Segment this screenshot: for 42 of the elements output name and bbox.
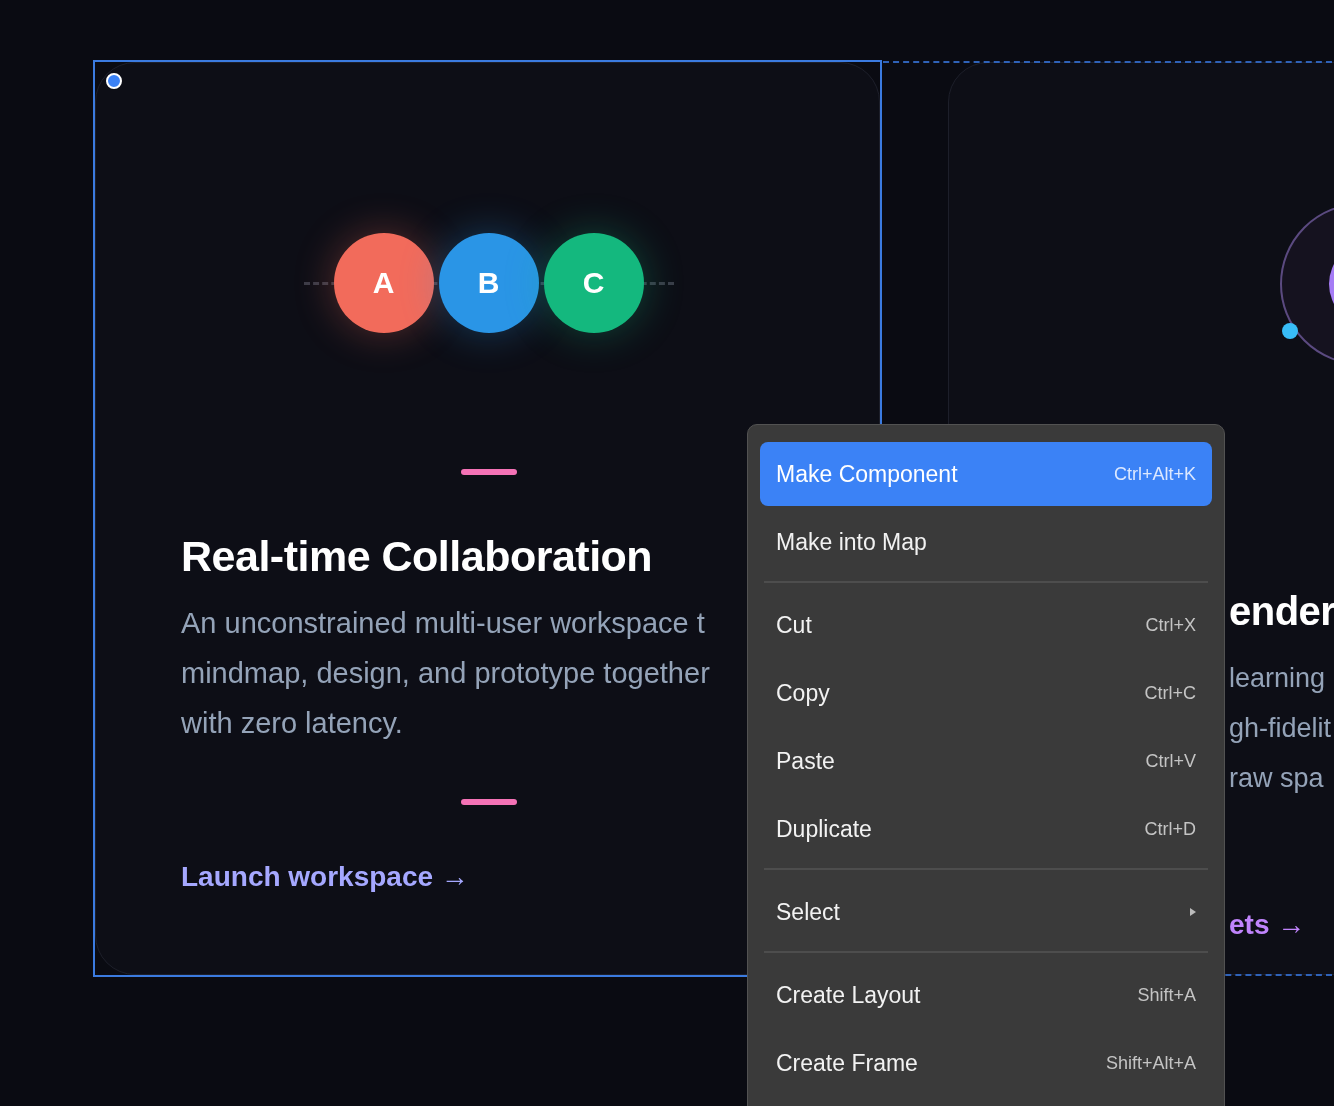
selection-handle[interactable] (106, 73, 122, 89)
shortcut-label: Ctrl+V (1145, 750, 1196, 772)
avatar-circle: B (438, 233, 539, 333)
description-line: raw spa (1229, 762, 1324, 795)
description-line: learning (1229, 662, 1326, 695)
menu-item[interactable]: Make into Map (760, 510, 1212, 574)
menu-item-label: Make into Map (776, 528, 928, 556)
shortcut-label: Ctrl+C (1144, 682, 1196, 704)
shortcut-label: Shift+Alt+A (1105, 1052, 1196, 1074)
menu-item-label: Create Layout (776, 981, 922, 1009)
submenu-arrow-icon (1190, 908, 1196, 916)
description-line: An unconstrained multi-user workspace t (181, 606, 705, 641)
menu-item[interactable]: Duplicate Ctrl+D (760, 797, 1212, 861)
menu-item[interactable]: Paste Ctrl+V (760, 729, 1212, 793)
menu-item[interactable]: Create Layout Shift+A (760, 963, 1212, 1027)
card-title: ender (1229, 588, 1334, 635)
card-title: Real-time Collaboration (181, 531, 653, 582)
menu-item-label: Copy (776, 679, 831, 707)
shortcut-label: Ctrl+Alt+K (1113, 463, 1196, 485)
menu-item-label: Paste (776, 747, 836, 775)
menu-item-label: Select (776, 898, 841, 926)
accent-bar (461, 469, 517, 475)
menu-item[interactable]: Cut Ctrl+X (760, 593, 1212, 657)
menu-item[interactable]: Copy Ctrl+C (760, 661, 1212, 725)
avatar-circle: A (333, 233, 434, 333)
shortcut-label: Shift+A (1137, 984, 1196, 1006)
shortcut-label: Ctrl+D (1144, 818, 1196, 840)
description-line: with zero latency. (181, 706, 403, 741)
description-line: mindmap, design, and prototype together (181, 656, 710, 691)
menu-item[interactable]: Make Component Ctrl+Alt+K (760, 442, 1212, 506)
menu-item[interactable]: Select (760, 880, 1212, 944)
menu-item[interactable]: Create Frame Shift+Alt+A (760, 1031, 1212, 1095)
launch-link[interactable]: Launch workspace → (181, 859, 469, 895)
menu-item-label: Duplicate (776, 815, 873, 843)
menu-item-label: Make Component (776, 460, 959, 488)
accent-bar (461, 799, 517, 805)
menu-item-label: Cut (776, 611, 813, 639)
description-line: gh-fidelit (1229, 712, 1332, 745)
shortcut-label: Ctrl+X (1145, 614, 1196, 636)
avatar-circle: C (543, 233, 644, 333)
card-link[interactable]: ets → (1229, 907, 1306, 943)
menu-item-label: Create Frame (776, 1049, 919, 1077)
